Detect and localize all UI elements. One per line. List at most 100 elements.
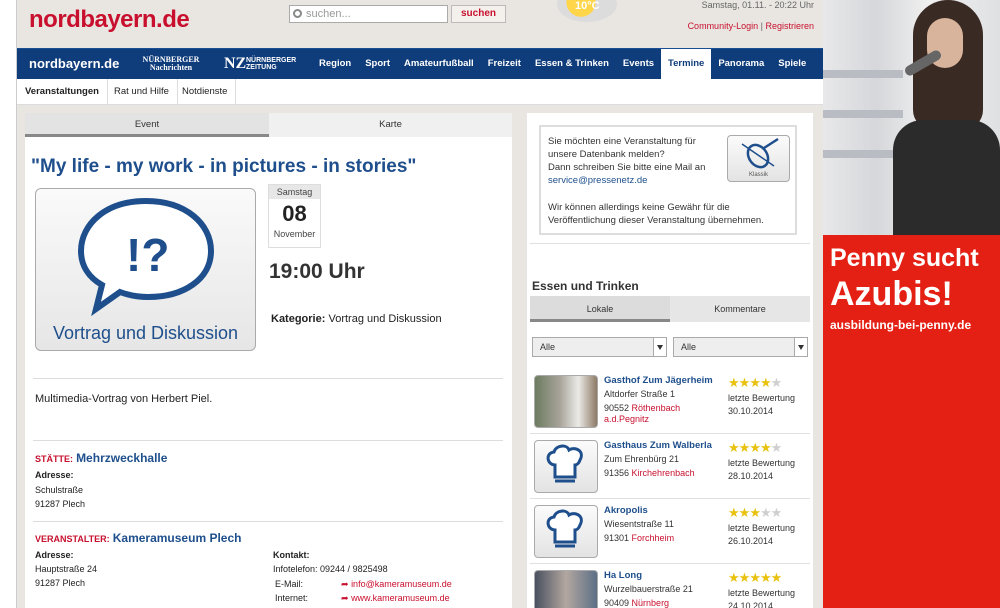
star-icon: ★ xyxy=(738,440,751,455)
event-image-caption: Vortrag und Diskussion xyxy=(52,323,239,343)
tab-event[interactable]: Event xyxy=(25,113,269,137)
info-line-3: Dann schreiben Sie bitte eine Mail an xyxy=(548,162,706,173)
restaurant-city-link[interactable]: Forchheim xyxy=(632,533,675,543)
search-input[interactable]: suchen... xyxy=(289,5,448,23)
chef-hat-icon[interactable] xyxy=(534,505,598,558)
restaurant-name[interactable]: Gasthaus Zum Walberla xyxy=(604,440,712,451)
weather-icon[interactable]: 10°C xyxy=(557,0,617,22)
sub-navigation: Veranstaltungen Rat und Hilfe Notdienste xyxy=(17,79,823,105)
restaurant-photo[interactable] xyxy=(534,375,598,428)
organizer-city: 91287 Plech xyxy=(35,578,86,588)
ad-shelf xyxy=(823,150,903,158)
web-link[interactable]: ➦ www.kameramuseum.de xyxy=(341,593,450,604)
star-icon: ★ xyxy=(728,440,740,455)
info-line-5: Veröffentlichung dieser Veranstaltung üb… xyxy=(548,215,764,226)
email-value: info@kameramuseum.de xyxy=(351,579,452,589)
nav-brand-logo[interactable]: nordbayern.de xyxy=(29,56,119,71)
site-logo[interactable]: nordbayern.de xyxy=(29,6,190,34)
restaurant-name[interactable]: Gasthof Zum Jägerheim xyxy=(604,375,713,386)
nav-item-freizeit[interactable]: Freizeit xyxy=(481,49,528,80)
restaurant-city-link[interactable]: Nürnberg xyxy=(632,598,670,608)
filter-1-value: Alle xyxy=(540,342,556,352)
web-value: www.kameramuseum.de xyxy=(351,593,450,603)
subnav-notdienste[interactable]: Notdienste xyxy=(174,79,237,105)
left-gutter xyxy=(0,0,17,608)
star-icon: ★ xyxy=(728,570,740,585)
ad-shelf xyxy=(823,110,903,118)
page-wrapper: nordbayern.de suchen... suchen 10°C Sams… xyxy=(17,0,823,608)
tab-lokale[interactable]: Lokale xyxy=(530,296,670,322)
restaurant-photo[interactable] xyxy=(534,570,598,608)
nav-item-region[interactable]: Region xyxy=(312,49,358,80)
nav-item-termine[interactable]: Termine xyxy=(661,49,712,80)
contact-phone: Infotelefon: 09244 / 9825498 xyxy=(273,564,388,574)
dining-filter-select-2[interactable]: Alle xyxy=(673,337,808,357)
tab-karte[interactable]: Karte xyxy=(269,113,512,137)
search-icon xyxy=(293,9,302,18)
ad-headline: Penny sucht Azubis! xyxy=(830,243,1000,314)
subnav-rat-und-hilfe[interactable]: Rat und Hilfe xyxy=(106,79,178,105)
divider xyxy=(33,440,503,441)
ad-line-2: Azubis! xyxy=(830,275,953,313)
subnav-veranstaltungen[interactable]: Veranstaltungen xyxy=(17,79,108,105)
restaurant-zip: 91356 xyxy=(604,468,630,478)
dining-tabs: Lokale Kommentare xyxy=(530,296,810,322)
restaurant-name[interactable]: Ha Long xyxy=(604,570,642,581)
divider xyxy=(530,498,810,499)
restaurant-name[interactable]: Akropolis xyxy=(604,505,648,516)
nav-item-sport[interactable]: Sport xyxy=(358,49,397,80)
nav-item-amateurfussball[interactable]: Amateurfußball xyxy=(397,49,481,80)
nz-logo[interactable]: NZ NÜRNBERGER ZEITUNG xyxy=(224,55,296,73)
dining-filter-select-1[interactable]: Alle xyxy=(532,337,667,357)
nav-item-panorama[interactable]: Panorama xyxy=(711,49,771,80)
info-line-2: unsere Datenbank melden? xyxy=(548,149,665,160)
venue-address-label: Adresse: xyxy=(35,470,74,480)
info-line-1: Sie möchten eine Veranstaltung für xyxy=(548,136,696,147)
restaurant-city: 90409 Nürnberg xyxy=(604,598,724,608)
star-icon: ★ xyxy=(759,440,772,455)
star-icon: ★ xyxy=(728,375,740,390)
sidebar-column: Sie möchten eine Veranstaltung für unser… xyxy=(527,113,813,608)
restaurant-city-link[interactable]: Kirchehrenbach xyxy=(632,468,695,478)
rating-stars: ★★★★★ xyxy=(728,505,782,521)
star-icon: ★ xyxy=(770,375,783,390)
last-rating-label: letzte Bewertung xyxy=(728,393,796,403)
restaurant-item[interactable]: Akropolis Wiesentstraße 11 91301 Forchheim… xyxy=(534,505,806,565)
nn-logo[interactable]: NÜRNBERGER Nachrichten xyxy=(138,56,204,72)
search-placeholder: suchen... xyxy=(306,8,351,20)
restaurant-item[interactable]: Gasthaus Zum Walberla Zum Ehrenbürg 21 913… xyxy=(534,440,806,500)
nz-logo-text: NZ xyxy=(224,55,247,72)
last-rating-date: 28.10.2014 xyxy=(728,471,774,481)
email-link[interactable]: ➦ info@kameramuseum.de xyxy=(341,579,452,590)
divider xyxy=(33,521,503,522)
nav-item-events[interactable]: Events xyxy=(616,49,661,80)
service-email-link[interactable]: service@pressenetz.de xyxy=(548,175,647,186)
restaurant-item[interactable]: Gasthof Zum Jägerheim Altdorfer Straße 1 9… xyxy=(534,375,806,435)
venue-name[interactable]: Mehrzweckhalle xyxy=(76,451,167,465)
register-link[interactable]: Registrieren xyxy=(765,21,814,31)
last-rating-date: 26.10.2014 xyxy=(728,536,774,546)
restaurant-item[interactable]: Ha Long Wurzelbauerstraße 21 90409 Nürnber… xyxy=(534,570,806,608)
current-datetime: Samstag, 01.11. - 20:22 Uhr xyxy=(701,0,814,10)
last-rating-label: letzte Bewertung xyxy=(728,523,796,533)
last-rating-date: 30.10.2014 xyxy=(728,406,774,416)
penny-advertisement[interactable]: Penny sucht Azubis! ausbildung-bei-penny.… xyxy=(823,0,1000,608)
arrow-icon: ➦ xyxy=(341,593,349,603)
restaurant-zip: 90409 xyxy=(604,598,630,608)
divider xyxy=(530,243,810,244)
restaurant-zip: 91301 xyxy=(604,533,630,543)
violin-icon xyxy=(741,137,779,169)
community-login-link[interactable]: Community-Login xyxy=(688,21,759,31)
star-icon: ★ xyxy=(738,570,751,585)
star-icon: ★ xyxy=(738,505,751,520)
event-title: "My life - my work - in pictures - in st… xyxy=(31,156,417,177)
category-label: Kategorie: xyxy=(271,313,326,325)
weather-temp: 10°C xyxy=(575,0,600,12)
tab-kommentare[interactable]: Kommentare xyxy=(670,296,810,322)
ad-line-1: Penny sucht xyxy=(830,244,979,272)
organizer-name[interactable]: Kameramuseum Plech xyxy=(113,531,242,545)
nav-item-spiele[interactable]: Spiele xyxy=(771,49,813,80)
nav-item-essen-trinken[interactable]: Essen & Trinken xyxy=(528,49,616,80)
search-button[interactable]: suchen xyxy=(451,5,506,23)
chef-hat-icon[interactable] xyxy=(534,440,598,493)
